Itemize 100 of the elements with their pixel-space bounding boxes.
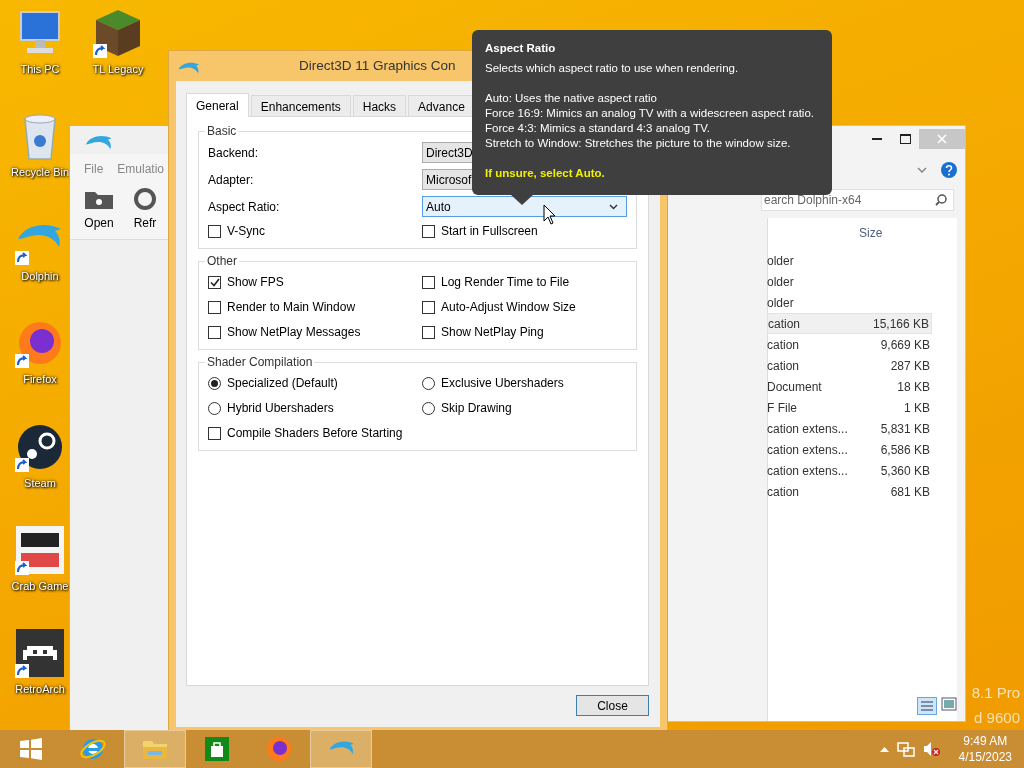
radio-label[interactable]: Specialized (Default): [227, 374, 338, 392]
file-row[interactable]: cation 15,166 KB: [767, 313, 932, 334]
tab[interactable]: Hacks: [352, 95, 407, 116]
file-row[interactable]: Document 18 KB: [767, 376, 932, 397]
file-type: older: [767, 252, 794, 270]
file-type: cation: [768, 315, 801, 333]
muted-speaker-icon[interactable]: [922, 741, 941, 757]
file-size: 6,586 KB: [880, 441, 930, 459]
dropdown-value: Direct3D: [426, 144, 473, 162]
file-row[interactable]: older: [767, 292, 932, 313]
os-build-text: d 9600: [974, 708, 1020, 728]
radio-button[interactable]: [208, 401, 221, 415]
file-size: 287 KB: [890, 357, 930, 375]
checkbox-label[interactable]: Show FPS: [227, 273, 284, 291]
field-label: Adapter:: [208, 171, 255, 189]
file-type: cation extens...: [767, 462, 848, 480]
search-placeholder: earch Dolphin-x64: [764, 192, 862, 209]
file-size: 5,360 KB: [880, 462, 930, 480]
checkbox-label[interactable]: Auto-Adjust Window Size: [441, 298, 576, 316]
checkbox-label[interactable]: V-Sync: [227, 222, 265, 240]
radio-button[interactable]: [422, 401, 435, 415]
file-row[interactable]: cation extens... 5,831 KB: [767, 418, 932, 439]
windows-logo-icon: [18, 736, 44, 762]
file-type: older: [767, 273, 794, 291]
game-logo-icon[interactable]: [15, 525, 65, 575]
file-type: cation extens...: [767, 441, 848, 459]
checkbox[interactable]: [208, 426, 221, 440]
firefox-icon: [266, 736, 292, 762]
file-row[interactable]: cation extens... 5,360 KB: [767, 460, 932, 481]
file-row[interactable]: older: [767, 271, 932, 292]
file-type: cation: [767, 357, 800, 375]
file-row[interactable]: older: [767, 250, 932, 271]
file-size: 18 KB: [897, 378, 930, 396]
file-row[interactable]: F File 1 KB: [767, 397, 932, 418]
file-size: 1 KB: [904, 399, 930, 417]
dropdown[interactable]: Auto: [422, 196, 627, 217]
tab[interactable]: Advance: [408, 95, 475, 116]
checkbox[interactable]: [422, 275, 435, 289]
radio-label[interactable]: Hybrid Ubershaders: [227, 399, 334, 417]
dropdown-value: Microsof: [426, 171, 472, 189]
checkbox[interactable]: [422, 224, 435, 238]
file-row[interactable]: cation 681 KB: [767, 481, 932, 502]
file-type: cation: [767, 483, 800, 501]
chevron-up-icon[interactable]: [879, 746, 889, 752]
group-title: Shader Compilation: [206, 355, 314, 369]
grass-block-icon[interactable]: [93, 8, 143, 58]
file-row[interactable]: cation extens... 6,586 KB: [767, 439, 932, 460]
space-invader-icon[interactable]: [15, 628, 65, 678]
radio-button[interactable]: [208, 376, 221, 390]
radio-label[interactable]: Skip Drawing: [441, 399, 512, 417]
checkbox[interactable]: [422, 325, 435, 339]
field-label: Aspect Ratio:: [208, 198, 281, 216]
store-bag-icon: [204, 736, 230, 762]
checkbox[interactable]: [208, 325, 221, 339]
tab[interactable]: Enhancements: [250, 95, 351, 116]
checkbox[interactable]: [208, 275, 221, 289]
thumbnail-view-icon[interactable]: [941, 697, 957, 711]
checkbox-label[interactable]: Start in Fullscreen: [441, 222, 538, 240]
tooltip-hint: If unsure, select Auto.: [485, 166, 606, 181]
checkbox-label[interactable]: Show NetPlay Messages: [227, 323, 361, 341]
file-row[interactable]: cation 287 KB: [767, 355, 932, 376]
dropdown-value: Auto: [426, 198, 451, 216]
browser-e-icon: [80, 736, 106, 762]
chevron-down-icon[interactable]: [917, 167, 927, 173]
column-header[interactable]: Size: [859, 224, 883, 242]
search-icon: [935, 194, 947, 206]
file-size: 15,166 KB: [872, 315, 929, 333]
checkbox[interactable]: [208, 224, 221, 238]
help-icon[interactable]: [941, 162, 957, 178]
tooltip-text: Force 4:3: Mimics a standard 4:3 analog TV.: [485, 121, 711, 136]
radio-button[interactable]: [422, 376, 435, 390]
search-field[interactable]: earch Dolphin-x64: [761, 189, 954, 211]
checkbox-label[interactable]: Show NetPlay Ping: [441, 323, 544, 341]
file-size: 681 KB: [890, 483, 930, 501]
checkmark-icon: [209, 277, 220, 287]
tooltip-text: Force 16:9: Mimics an analog TV with a widescreen aspect ratio.: [485, 106, 815, 121]
file-type: older: [767, 294, 794, 312]
os-build-text: 8.1 Pro: [971, 683, 1020, 703]
file-row[interactable]: cation 9,669 KB: [767, 334, 932, 355]
details-view-icon[interactable]: [917, 697, 937, 715]
field-label: Backend:: [208, 144, 260, 162]
radio-label[interactable]: Exclusive Ubershaders: [441, 374, 564, 392]
network-icon[interactable]: [896, 741, 915, 757]
file-type: Document: [767, 378, 822, 396]
checkbox-label[interactable]: Render to Main Window: [227, 298, 356, 316]
checkbox-label[interactable]: Compile Shaders Before Starting: [227, 424, 403, 442]
file-size: 9,669 KB: [880, 336, 930, 354]
toolbar-button[interactable]: Open: [84, 188, 114, 235]
file-size: 5,831 KB: [880, 420, 930, 438]
group-title: Other: [206, 254, 238, 268]
close-button[interactable]: Close: [576, 695, 649, 716]
checkbox[interactable]: [422, 300, 435, 314]
tab[interactable]: General: [186, 93, 249, 117]
tooltip-text: Selects which aspect ratio to use when rendering.: [485, 61, 740, 76]
maximize-icon: [899, 133, 911, 144]
steam-icon[interactable]: [15, 422, 65, 472]
checkbox[interactable]: [208, 300, 221, 314]
file-type: cation: [767, 336, 800, 354]
toolbar-button[interactable]: Refr: [130, 188, 160, 235]
checkbox-label[interactable]: Log Render Time to File: [441, 273, 570, 291]
